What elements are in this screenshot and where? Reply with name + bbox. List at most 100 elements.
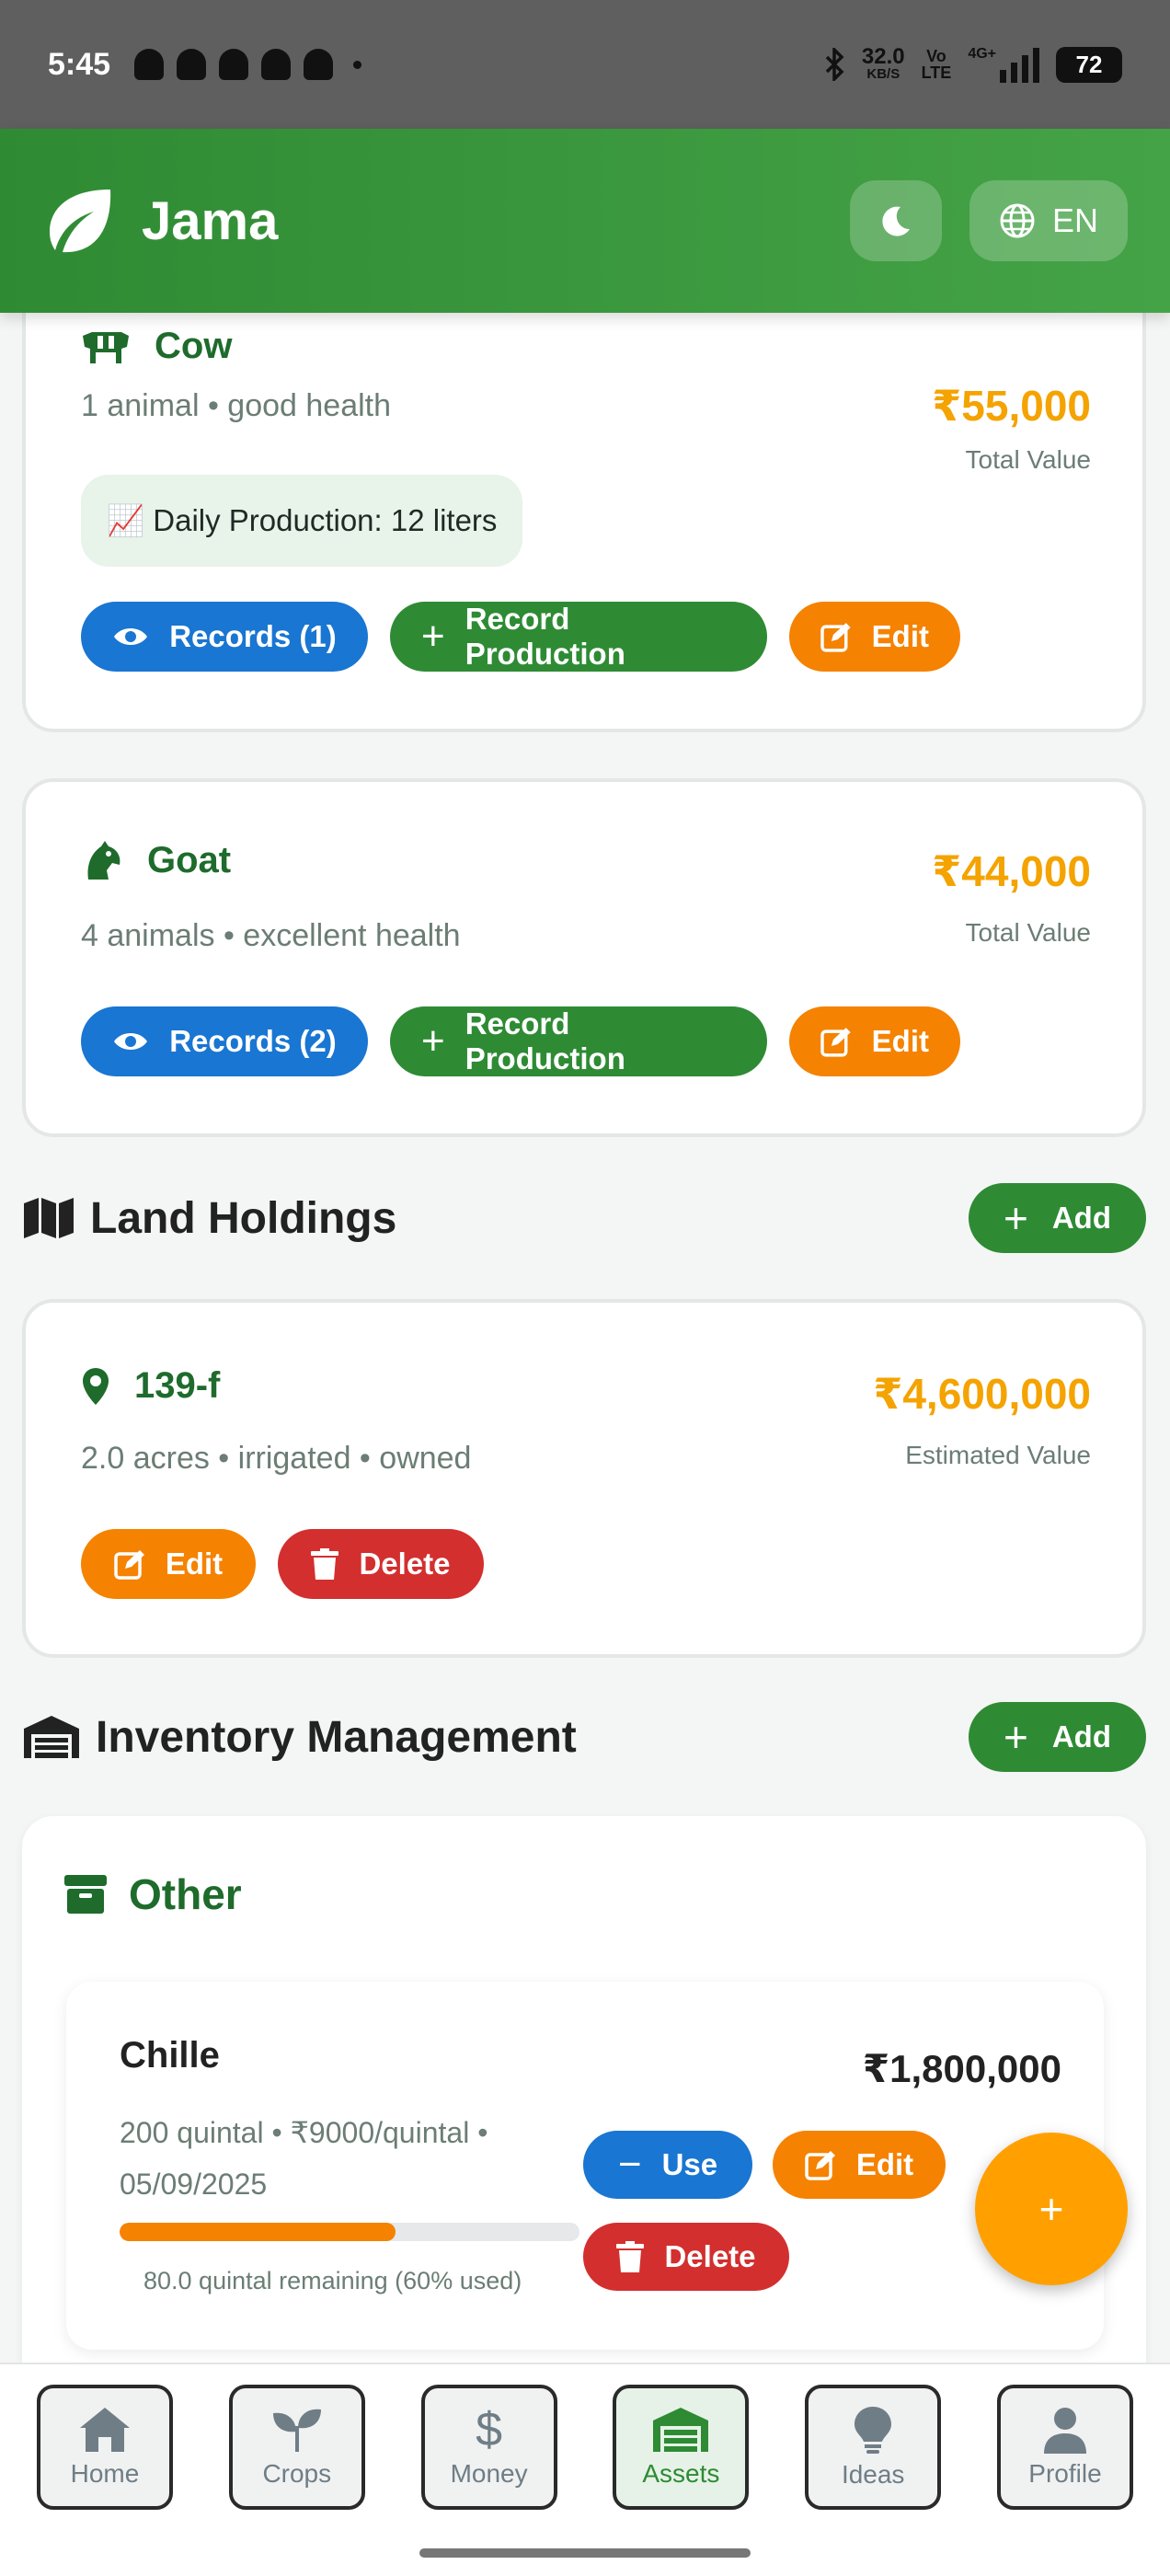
person-icon — [1043, 2408, 1086, 2454]
moon-icon — [882, 206, 910, 236]
add-fab-button[interactable]: + — [975, 2133, 1128, 2285]
app-header: Jama EN — [0, 129, 1170, 313]
nav-tab-home[interactable]: Home — [37, 2385, 173, 2510]
delete-button[interactable]: Delete — [583, 2223, 789, 2291]
snapchat-icon — [219, 49, 249, 80]
plus-icon: + — [1003, 1194, 1028, 1242]
livestock-name: Goat — [147, 839, 232, 880]
cow-icon — [83, 331, 129, 363]
inventory-category-card: Other Chille ₹1,800,000 200 quintal • ₹9… — [22, 1816, 1146, 2363]
value-caption: Total Value — [965, 445, 1091, 474]
add-inventory-button[interactable]: + Add — [968, 1702, 1146, 1772]
item-details: 200 quintal • ₹9000/quintal • 05/09/2025 — [120, 2116, 488, 2201]
leaf-logo-icon — [50, 190, 111, 253]
edit-icon — [820, 623, 851, 652]
nav-tab-crops[interactable]: Crops — [228, 2385, 365, 2510]
land-value: ₹4,600,000 — [873, 1370, 1091, 1418]
value-caption: Estimated Value — [905, 1441, 1091, 1469]
livestock-summary: 4 animals • excellent health — [81, 918, 461, 953]
edit-icon — [114, 1550, 144, 1580]
usage-progress-bar — [120, 2223, 579, 2241]
bottom-navigation: Home Crops $ Money Assets Ideas Profile — [0, 2363, 1170, 2576]
nav-tab-ideas[interactable]: Ideas — [805, 2385, 942, 2510]
livestock-value: ₹44,000 — [932, 847, 1091, 895]
system-indicators: 32.0 KB/S Vo LTE 4G+ 72 — [825, 46, 1122, 83]
home-icon — [80, 2408, 130, 2452]
more-notifications-dot — [353, 60, 362, 69]
globe-icon — [1000, 203, 1035, 238]
land-summary: 2.0 acres • irrigated • owned — [81, 1441, 472, 1476]
assets-content[interactable]: Cow 1 animal • good health ₹55,000 Total… — [0, 313, 1170, 2363]
net-speed: 32.0 KB/S — [861, 44, 905, 82]
add-land-button[interactable]: + Add — [968, 1183, 1146, 1253]
use-button[interactable]: − Use — [583, 2131, 752, 2199]
map-icon — [24, 1198, 74, 1238]
lightbulb-icon — [855, 2407, 892, 2454]
trash-icon — [311, 1548, 339, 1580]
plus-icon: + — [421, 614, 445, 659]
snapchat-icon — [134, 49, 165, 80]
plus-icon: + — [1003, 1713, 1028, 1761]
livestock-value: ₹55,000 — [932, 382, 1091, 430]
plus-icon: + — [421, 1018, 445, 1064]
trash-icon — [616, 2241, 645, 2272]
edit-button[interactable]: Edit — [773, 2131, 946, 2199]
battery-indicator: 72 — [1056, 46, 1122, 83]
language-label: EN — [1051, 201, 1098, 239]
remaining-text: 80.0 quintal remaining (60% used) — [143, 2267, 522, 2294]
land-name: 139-f — [134, 1365, 221, 1406]
map-pin-icon — [83, 1367, 109, 1405]
snapchat-icon — [261, 49, 292, 80]
inventory-header: Inventory Management + Add — [22, 1702, 1146, 1772]
production-text: 📈 Daily Production: 12 liters — [107, 502, 498, 537]
livestock-card-cow: Cow 1 animal • good health ₹55,000 Total… — [22, 313, 1146, 732]
usage-progress-fill — [120, 2223, 396, 2241]
eye-icon — [114, 628, 148, 645]
section-title: Land Holdings — [90, 1193, 397, 1243]
records-button[interactable]: Records (2) — [81, 1006, 368, 1076]
plus-icon: + — [1038, 2185, 1064, 2233]
section-title: Inventory Management — [96, 1712, 577, 1762]
nav-tab-money[interactable]: $ Money — [420, 2385, 557, 2510]
land-holdings-header: Land Holdings + Add — [22, 1183, 1146, 1253]
inventory-item: Chille ₹1,800,000 200 quintal • ₹9000/qu… — [66, 1982, 1104, 2350]
goat-icon — [87, 841, 120, 880]
nav-tab-profile[interactable]: Profile — [996, 2385, 1133, 2510]
warehouse-icon — [653, 2408, 709, 2452]
nav-tab-assets[interactable]: Assets — [613, 2385, 750, 2510]
sprout-icon — [272, 2409, 321, 2452]
language-button[interactable]: EN — [969, 180, 1128, 261]
status-time: 5:45 — [48, 46, 111, 82]
value-caption: Total Value — [965, 918, 1091, 947]
theme-toggle-button[interactable] — [850, 180, 942, 261]
home-indicator[interactable] — [419, 2548, 751, 2558]
records-button[interactable]: Records (1) — [81, 602, 368, 672]
status-bar: 5:45 32.0 KB/S Vo LTE 4G+ 72 — [0, 0, 1170, 129]
edit-button[interactable]: Edit — [789, 602, 960, 672]
record-production-button[interactable]: + Record Production — [390, 602, 767, 672]
eye-icon — [114, 1033, 148, 1050]
volte-indicator: Vo LTE — [921, 47, 952, 82]
item-name: Chille — [120, 2035, 220, 2076]
bluetooth-icon — [825, 48, 844, 81]
edit-button[interactable]: Edit — [81, 1529, 256, 1599]
delete-button[interactable]: Delete — [278, 1529, 484, 1599]
daily-production-chip: 📈 Daily Production: 12 liters — [81, 475, 523, 567]
minus-icon: − — [617, 2142, 642, 2187]
edit-icon — [805, 2151, 835, 2180]
livestock-summary: 1 animal • good health — [81, 388, 392, 423]
edit-button[interactable]: Edit — [789, 1006, 960, 1076]
livestock-card-goat: Goat 4 animals • excellent health ₹44,00… — [22, 778, 1146, 1137]
record-production-button[interactable]: + Record Production — [390, 1006, 767, 1076]
signal-icon: 4G+ — [968, 46, 1039, 83]
snapchat-icon — [304, 49, 334, 80]
notification-icons — [134, 49, 362, 80]
warehouse-icon — [24, 1716, 79, 1758]
item-value: ₹1,800,000 — [862, 2047, 1061, 2090]
app-title: Jama — [142, 190, 279, 251]
dollar-icon: $ — [476, 2403, 503, 2456]
box-icon — [64, 1875, 107, 1914]
edit-icon — [820, 1028, 851, 1057]
livestock-name: Cow — [155, 326, 233, 366]
land-card: 139-f 2.0 acres • irrigated • owned ₹4,6… — [22, 1299, 1146, 1658]
